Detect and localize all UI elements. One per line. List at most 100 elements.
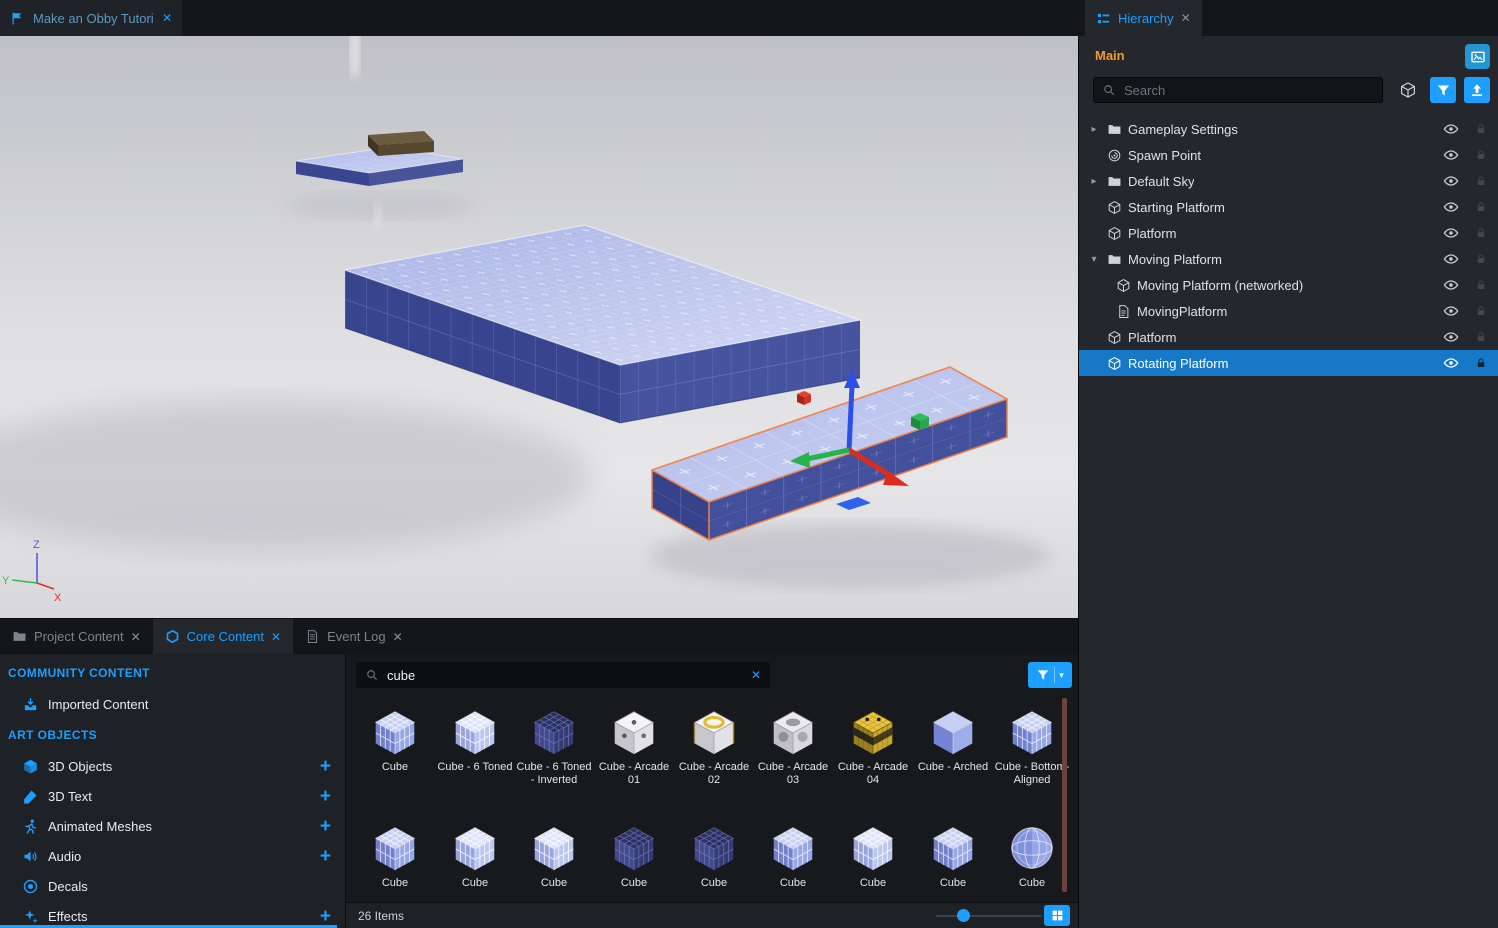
asset-browser: ✕ ▾ Cube Cube - 6 Toned Cube - 6 Toned -… [345, 654, 1078, 928]
asset-tile-cube-arcade-04[interactable]: Cube - Arcade 04 [834, 704, 912, 787]
asset-tile[interactable]: Cube [675, 820, 753, 890]
asset-label: Cube [356, 877, 434, 890]
asset-tile-cube-arched[interactable]: Cube - Arched [914, 704, 992, 774]
visibility-toggle[interactable] [1443, 251, 1459, 267]
asset-tile[interactable]: Cube [356, 820, 434, 890]
asset-tile-cube-6-toned-inverted[interactable]: Cube - 6 Toned - Inverted [515, 704, 593, 787]
lock-toggle[interactable] [1475, 123, 1487, 135]
lock-toggle[interactable] [1475, 149, 1487, 161]
hierarchy-row-default-sky[interactable]: ▸ Default Sky [1079, 168, 1498, 194]
expander-icon[interactable]: ▸ [1087, 124, 1101, 135]
tab-event-log[interactable]: Event Log ✕ [293, 619, 415, 654]
cube-thumbnail-icon [1005, 704, 1059, 758]
spawn-point-icon [1107, 148, 1122, 163]
close-icon[interactable]: ✕ [131, 631, 141, 643]
hierarchy-upload-button[interactable] [1464, 77, 1490, 103]
add-button[interactable]: + [320, 847, 331, 866]
asset-tile-cube-arcade-03[interactable]: Cube - Arcade 03 [754, 704, 832, 787]
lock-toggle[interactable] [1475, 357, 1487, 369]
search-icon [1102, 83, 1116, 97]
expander-icon[interactable]: ▾ [1087, 254, 1101, 265]
sidebar-item-imported-content[interactable]: Imported Content [0, 690, 345, 718]
add-button[interactable]: + [320, 907, 331, 926]
gizmo-axis-z[interactable] [849, 386, 852, 450]
sidebar-item-animated-meshes[interactable]: Animated Meshes + [0, 812, 345, 840]
add-button[interactable]: + [320, 817, 331, 836]
expander-icon[interactable]: ▸ [1087, 176, 1101, 187]
visibility-toggle[interactable] [1443, 121, 1459, 137]
hierarchy-row-platform-2[interactable]: Platform [1079, 324, 1498, 350]
hierarchy-row-moving-platform-networked[interactable]: Moving Platform (networked) [1079, 272, 1498, 298]
hierarchy-row-platform-1[interactable]: Platform [1079, 220, 1498, 246]
asset-tile[interactable]: Cube [595, 820, 673, 890]
hierarchy-list-icon [1096, 11, 1111, 26]
lock-toggle[interactable] [1475, 201, 1487, 213]
hierarchy-row-rotating-platform[interactable]: Rotating Platform [1079, 350, 1498, 376]
hierarchy-row-gameplay-settings[interactable]: ▸ Gameplay Settings [1079, 116, 1498, 142]
scene-canvas[interactable]: Z Y X [0, 36, 1078, 618]
asset-tile[interactable]: Cube [834, 820, 912, 890]
hierarchy-row-moving-platform-group[interactable]: ▾ Moving Platform [1079, 246, 1498, 272]
crate[interactable] [368, 131, 434, 156]
visibility-toggle[interactable] [1443, 147, 1459, 163]
viewport-3d[interactable]: Z Y X [0, 36, 1078, 618]
lock-toggle[interactable] [1475, 331, 1487, 343]
visibility-toggle[interactable] [1443, 173, 1459, 189]
asset-tile[interactable]: Cube [436, 820, 514, 890]
asset-search-input[interactable] [385, 667, 745, 684]
close-icon[interactable]: ✕ [1181, 12, 1191, 24]
core-editor-window: Make an Obby Tutorial ✕ [0, 0, 1498, 928]
add-button[interactable]: + [320, 757, 331, 776]
visibility-toggle[interactable] [1443, 303, 1459, 319]
content-panel: COMMUNITY CONTENT Imported Content ART O… [0, 654, 1078, 928]
sidebar-item-audio[interactable]: Audio + [0, 842, 345, 870]
asset-tile-cube-arcade-02[interactable]: Cube - Arcade 02 [675, 704, 753, 787]
visibility-toggle[interactable] [1443, 225, 1459, 241]
asset-tile[interactable]: Cube [993, 820, 1071, 890]
hierarchy-filter-button[interactable] [1430, 77, 1456, 103]
hierarchy-row-movingplatform-script[interactable]: MovingPlatform [1079, 298, 1498, 324]
sidebar-item-decals[interactable]: Decals [0, 872, 345, 900]
tab-core-content[interactable]: Core Content ✕ [153, 619, 293, 654]
clear-search-icon[interactable]: ✕ [751, 669, 761, 681]
grid-view-toggle-button[interactable] [1044, 905, 1070, 926]
tab-hierarchy[interactable]: Hierarchy ✕ [1085, 0, 1202, 36]
thumbnail-size-slider-handle[interactable] [957, 909, 970, 922]
asset-tile-cube-arcade-01[interactable]: Cube - Arcade 01 [595, 704, 673, 787]
lock-toggle[interactable] [1475, 175, 1487, 187]
chevron-down-icon[interactable]: ▾ [1059, 670, 1064, 681]
asset-tile[interactable]: Cube [754, 820, 832, 890]
sidebar-item-3d-text[interactable]: 3D Text + [0, 782, 345, 810]
capture-thumbnail-button[interactable] [1465, 44, 1490, 69]
sidebar-item-3d-objects[interactable]: 3D Objects + [0, 752, 345, 780]
asset-tile-cube-bottom-aligned[interactable]: Cube - Bottom-Aligned [993, 704, 1071, 787]
add-button[interactable]: + [320, 787, 331, 806]
hierarchy-row-starting-platform[interactable]: Starting Platform [1079, 194, 1498, 220]
tab-scene[interactable]: Make an Obby Tutorial ✕ [0, 0, 182, 36]
visibility-toggle[interactable] [1443, 277, 1459, 293]
lock-toggle[interactable] [1475, 227, 1487, 239]
hierarchy-search-input[interactable] [1122, 82, 1374, 99]
visibility-toggle[interactable] [1443, 199, 1459, 215]
cube-icon [1107, 200, 1122, 215]
asset-filter-button[interactable]: ▾ [1028, 662, 1072, 688]
asset-tile[interactable]: Cube [515, 820, 593, 890]
lock-toggle[interactable] [1475, 279, 1487, 291]
lock-toggle[interactable] [1475, 253, 1487, 265]
asset-scrollbar[interactable] [1062, 698, 1067, 892]
cube-thumbnail-icon [687, 704, 741, 758]
asset-tile-cube-6-toned[interactable]: Cube - 6 Toned [436, 704, 514, 774]
tab-project-content[interactable]: Project Content ✕ [0, 619, 153, 654]
asset-tile-cube[interactable]: Cube [356, 704, 434, 774]
frame-object-button[interactable] [1399, 81, 1417, 99]
close-icon[interactable]: ✕ [162, 12, 172, 24]
visibility-toggle[interactable] [1443, 355, 1459, 371]
hierarchy-search [1093, 77, 1383, 103]
close-icon[interactable]: ✕ [271, 631, 281, 643]
visibility-toggle[interactable] [1443, 329, 1459, 345]
hierarchy-row-spawn-point[interactable]: Spawn Point [1079, 142, 1498, 168]
asset-tile[interactable]: Cube [914, 820, 992, 890]
thumbnail-size-slider[interactable] [936, 915, 1042, 917]
close-icon[interactable]: ✕ [393, 631, 403, 643]
lock-toggle[interactable] [1475, 305, 1487, 317]
